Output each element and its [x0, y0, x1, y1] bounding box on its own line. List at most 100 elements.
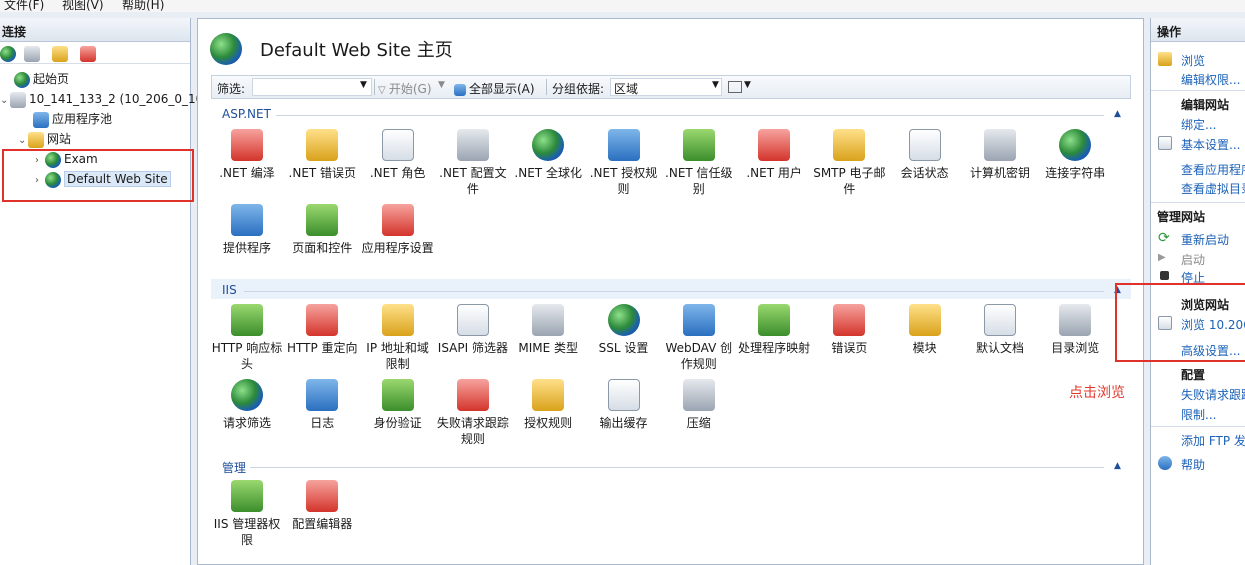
feature-item[interactable]: 配置编辑器 — [285, 480, 359, 532]
feature-label: IIS 管理器权限 — [213, 517, 281, 547]
tree-item-server[interactable]: ⌄ 10_141_133_2 (10_206_0_10 — [0, 90, 203, 108]
session-state-icon — [908, 129, 941, 161]
http-response-headers-icon — [231, 304, 263, 336]
view-virtual-dirs-link[interactable]: 查看虚拟目录 — [1181, 180, 1245, 197]
up-folder-icon[interactable] — [52, 46, 68, 62]
feature-item[interactable]: .NET 授权规则 — [587, 129, 661, 197]
feature-item[interactable]: 提供程序 — [210, 204, 284, 256]
dotnet-roles-icon — [381, 129, 414, 161]
feature-item[interactable]: WebDAV 创作规则 — [662, 304, 736, 372]
feature-label: 输出缓存 — [599, 416, 648, 430]
disconnect-icon[interactable] — [80, 46, 96, 62]
help-link[interactable]: 帮助 — [1181, 456, 1205, 473]
iis-section-band — [211, 279, 1131, 299]
collapse-icon[interactable]: ▲ — [1114, 461, 1121, 471]
chevron-down-icon[interactable]: ▼ — [360, 80, 367, 90]
feature-item[interactable]: 失败请求跟踪规则 — [436, 379, 510, 447]
dotnet-profile-icon — [456, 129, 489, 161]
ip-domain-restrictions-icon — [381, 304, 414, 336]
menu-help[interactable]: 帮助(H) — [122, 0, 164, 12]
feature-item[interactable]: .NET 用户 — [737, 129, 811, 181]
chevron-down-icon[interactable]: ▼ — [744, 80, 751, 90]
feature-item[interactable]: 会话状态 — [888, 129, 962, 181]
group-by-select[interactable]: 区域 — [610, 78, 722, 96]
feature-item[interactable]: HTTP 重定向 — [285, 304, 359, 356]
feature-item[interactable]: IIS 管理器权限 — [210, 480, 284, 548]
feature-item[interactable]: SMTP 电子邮件 — [812, 129, 886, 197]
chevron-down-icon[interactable]: ⌄ — [0, 92, 10, 110]
menu-view[interactable]: 视图(V) — [62, 0, 104, 12]
chevron-down-icon[interactable]: ▼ — [712, 80, 719, 90]
edit-permissions-link[interactable]: 编辑权限... — [1181, 71, 1240, 88]
show-all-button[interactable]: 全部显示(A) — [454, 80, 535, 97]
view-mode-icon[interactable] — [728, 81, 742, 93]
limits-link[interactable]: 限制... — [1181, 406, 1216, 423]
feature-label: 页面和控件 — [292, 241, 353, 255]
feature-item[interactable]: 模块 — [888, 304, 962, 356]
app-pools-icon — [33, 111, 49, 128]
save-icon[interactable] — [24, 46, 40, 62]
feature-label: .NET 信任级别 — [665, 166, 733, 196]
failed-request-tracing-link[interactable]: 失败请求跟踪 — [1181, 386, 1245, 403]
feature-item[interactable]: 输出缓存 — [587, 379, 661, 431]
feature-item[interactable]: .NET 信任级别 — [662, 129, 736, 197]
filter-input[interactable] — [252, 78, 372, 96]
browse-link[interactable]: 浏览 — [1181, 52, 1205, 69]
feature-item[interactable]: HTTP 响应标头 — [210, 304, 284, 372]
feature-item[interactable]: SSL 设置 — [587, 304, 661, 356]
feature-item[interactable]: 错误页 — [812, 304, 886, 356]
feature-item[interactable]: .NET 错误页 — [285, 129, 359, 181]
view-applications-link[interactable]: 查看应用程序 — [1181, 161, 1245, 178]
feature-item[interactable]: ISAPI 筛选器 — [436, 304, 510, 356]
feature-item[interactable]: 计算机密钥 — [963, 129, 1037, 181]
feature-item[interactable]: .NET 全球化 — [511, 129, 585, 181]
basic-settings-link[interactable]: 基本设置... — [1181, 136, 1240, 153]
feature-item[interactable]: 目录浏览 — [1038, 304, 1112, 356]
divider — [374, 79, 375, 95]
feature-item[interactable]: 页面和控件 — [285, 204, 359, 256]
failed-request-tracing-icon — [456, 379, 489, 411]
start-link[interactable]: 启动 — [1181, 251, 1205, 268]
menu-bar: 文件(F) 视图(V) 帮助(H) — [0, 0, 1245, 12]
start-icon: ▶ — [1158, 252, 1166, 263]
section-aspnet-title: ASP.NET — [222, 107, 271, 121]
feature-label: .NET 编泽 — [219, 166, 275, 180]
feature-item[interactable]: 授权规则 — [511, 379, 585, 431]
feature-item[interactable]: 请求筛选 — [210, 379, 284, 431]
feature-label: .NET 角色 — [369, 166, 426, 180]
chevron-down-icon[interactable]: ▼ — [438, 80, 445, 90]
feature-label: 处理程序映射 — [738, 341, 811, 355]
dotnet-compile-icon — [231, 129, 263, 161]
collapse-icon[interactable]: ▲ — [1114, 109, 1121, 119]
feature-item[interactable]: IP 地址和域限制 — [361, 304, 435, 372]
tree-item-app-pools[interactable]: 应用程序池 — [33, 110, 112, 128]
feature-item[interactable]: 压缩 — [662, 379, 736, 431]
tree-item-sites[interactable]: ⌄ 网站 — [18, 130, 71, 148]
menu-file[interactable]: 文件(F) — [4, 0, 44, 12]
tree-item-start-page[interactable]: 起始页 — [14, 70, 69, 88]
feature-item[interactable]: MIME 类型 — [511, 304, 585, 356]
feature-item[interactable]: 身份验证 — [361, 379, 435, 431]
divider — [1151, 426, 1245, 427]
feature-item[interactable]: .NET 配置文件 — [436, 129, 510, 197]
feature-item[interactable]: 日志 — [285, 379, 359, 431]
bindings-link[interactable]: 绑定... — [1181, 116, 1216, 133]
feature-item[interactable]: .NET 编泽 — [210, 129, 284, 181]
restart-link[interactable]: 重新启动 — [1181, 231, 1229, 248]
feature-item[interactable]: 连接字符串 — [1038, 129, 1112, 181]
connect-icon[interactable] — [0, 46, 16, 62]
configuration-editor-icon — [306, 480, 339, 512]
feature-item[interactable]: 处理程序映射 — [737, 304, 811, 356]
chevron-down-icon[interactable]: ⌄ — [18, 132, 28, 150]
feature-label: 目录浏览 — [1051, 341, 1100, 355]
start-filter-button[interactable]: ▽ 开始(G) — [378, 80, 432, 97]
feature-item[interactable]: .NET 角色 — [361, 129, 435, 181]
feature-label: 提供程序 — [222, 241, 271, 255]
add-ftp-publishing-link[interactable]: 添加 FTP 发 — [1181, 432, 1245, 449]
machine-key-icon — [984, 129, 1016, 161]
feature-item[interactable]: 默认文档 — [963, 304, 1037, 356]
feature-item[interactable]: 应用程序设置 — [361, 204, 435, 256]
feature-label: 错误页 — [831, 341, 868, 355]
mime-types-icon — [532, 304, 565, 336]
show-all-icon — [454, 83, 466, 96]
